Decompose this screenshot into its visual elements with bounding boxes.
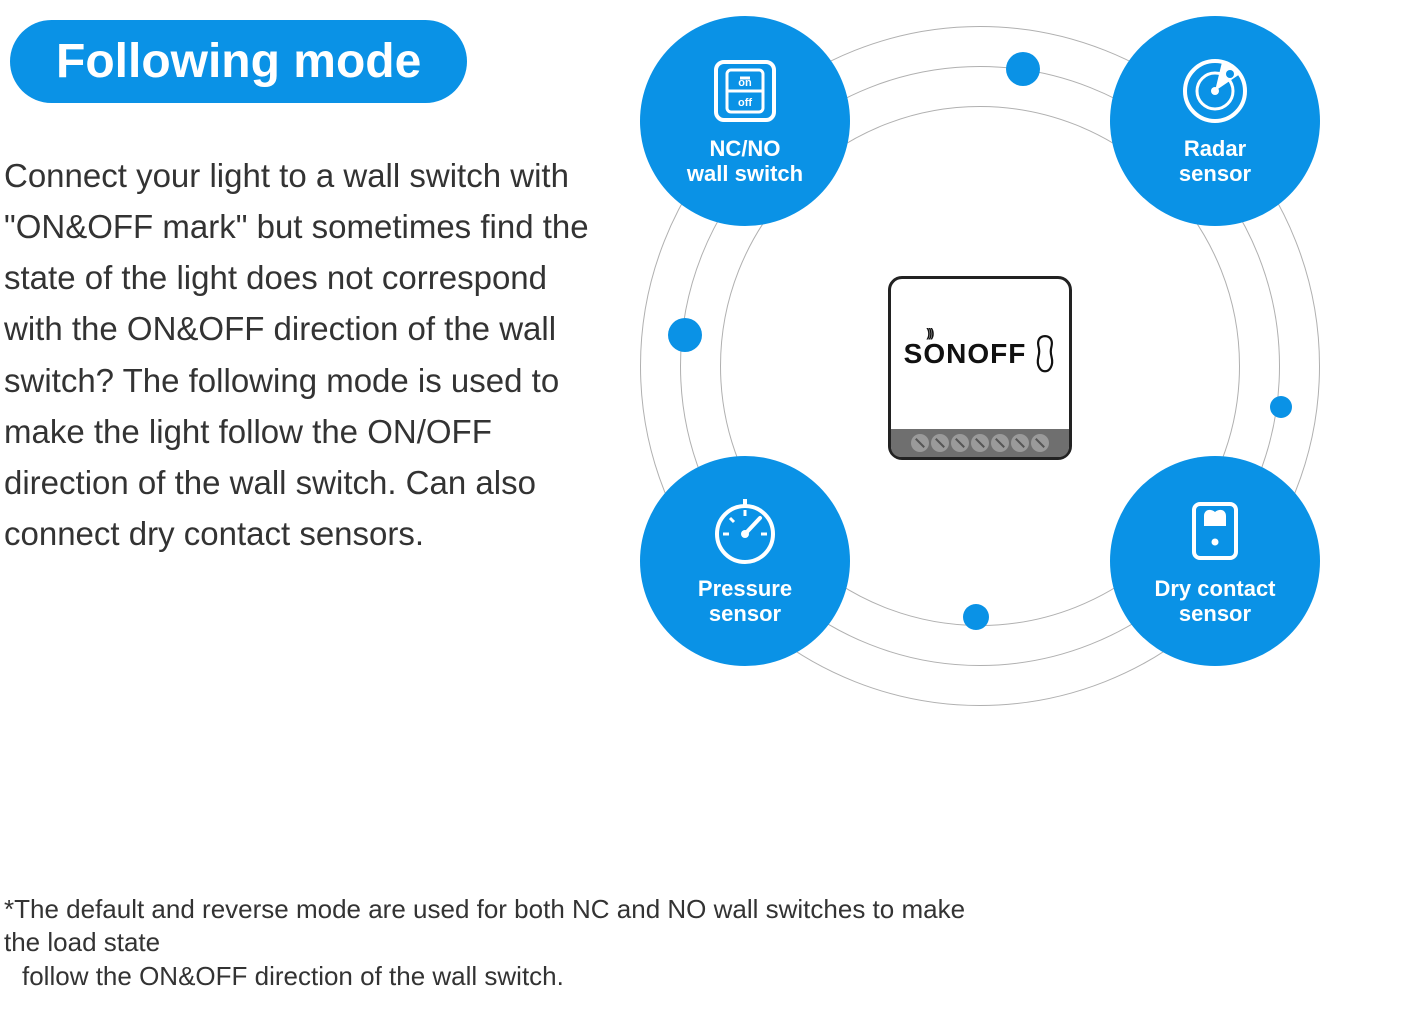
orbit-dot	[1006, 52, 1040, 86]
bubble-label: Dry contact	[1154, 576, 1275, 601]
device-terminals	[891, 429, 1069, 457]
orbit-dot	[1270, 396, 1292, 418]
footnote-line1: *The default and reverse mode are used f…	[4, 894, 965, 958]
body-paragraph: Connect your light to a wall switch with…	[4, 150, 609, 559]
bubble-pressure-sensor: Pressure sensor	[640, 456, 850, 666]
radar-icon	[1180, 56, 1250, 126]
bubble-label: sensor	[1179, 601, 1251, 626]
bubble-label: NC/NO	[710, 136, 781, 161]
diagram: SO)))NOFF on off NC/NO wa	[620, 26, 1340, 706]
footnote-line2: follow the ON&OFF direction of the wall …	[4, 960, 1004, 994]
bubble-label: wall switch	[687, 161, 803, 186]
orbit-dot	[668, 318, 702, 352]
wall-switch-icon: on off	[710, 56, 780, 126]
footnote: *The default and reverse mode are used f…	[4, 893, 1004, 994]
bubble-label: Pressure	[698, 576, 792, 601]
center-device: SO)))NOFF	[888, 276, 1072, 460]
bubble-label: sensor	[1179, 161, 1251, 186]
bubble-label: sensor	[709, 601, 781, 626]
page-title: Following mode	[10, 20, 467, 103]
peanut-icon	[1034, 335, 1056, 372]
contact-icon	[1180, 496, 1250, 566]
device-brand: SO)))NOFF	[904, 338, 1027, 370]
gauge-icon	[710, 496, 780, 566]
svg-text:on: on	[738, 77, 752, 89]
orbit-dot	[963, 604, 989, 630]
svg-text:off: off	[738, 97, 752, 109]
bubble-radar-sensor: Radar sensor	[1110, 16, 1320, 226]
bubble-dry-contact-sensor: Dry contact sensor	[1110, 456, 1320, 666]
bubble-wall-switch: on off NC/NO wall switch	[640, 16, 850, 226]
bubble-label: Radar	[1184, 136, 1246, 161]
